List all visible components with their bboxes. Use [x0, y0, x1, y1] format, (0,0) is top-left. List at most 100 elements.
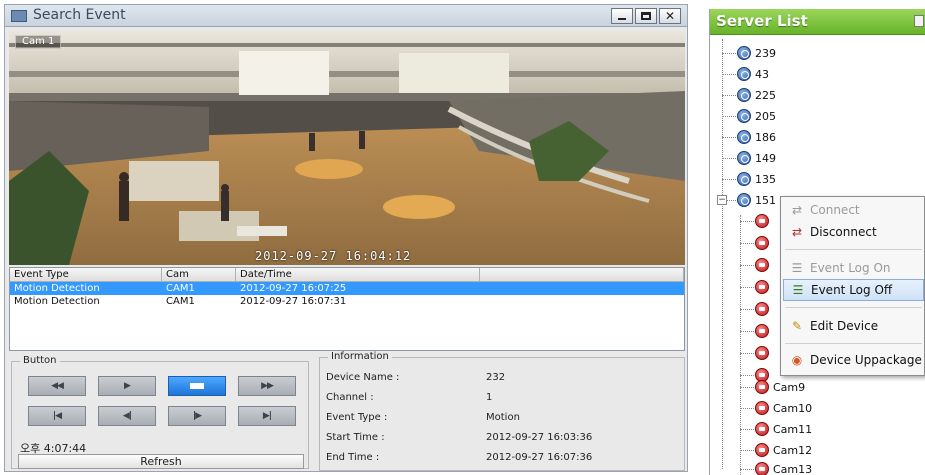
column-header-event-type[interactable]: Event Type	[10, 268, 162, 281]
tree-node-camera[interactable]	[728, 299, 773, 319]
camera-icon	[755, 258, 769, 272]
event-row[interactable]: Motion Detection CAM1 2012-09-27 16:07:2…	[10, 282, 684, 295]
server-icon	[737, 193, 751, 207]
tree-node-server[interactable]: 43	[710, 64, 769, 84]
tree-node-camera[interactable]: Cam12	[728, 440, 812, 460]
tree-node-server[interactable]: 149	[710, 148, 776, 168]
tree-node-server[interactable]: 135	[710, 169, 776, 189]
title-bar[interactable]: Search Event ✕	[5, 5, 687, 27]
info-key: End Time :	[326, 452, 380, 463]
menu-item-device-uppackage[interactable]: ◉ Device Uppackage	[783, 349, 924, 371]
tree-node-camera[interactable]	[728, 255, 773, 275]
tree-node-camera[interactable]: Cam11	[728, 419, 812, 439]
video-timestamp: 2012-09-27 16:04:12	[255, 249, 412, 263]
info-row-start-time: Start Time : 2012-09-27 16:03:36	[326, 432, 592, 443]
menu-item-connect[interactable]: ⇄ Connect	[783, 199, 924, 221]
server-list-header: Server List	[710, 9, 925, 35]
go-to-end-button[interactable]: ▶|	[238, 406, 296, 426]
maximize-button[interactable]	[635, 8, 657, 24]
tree-node-camera[interactable]	[728, 321, 773, 341]
step-back-button[interactable]: ◀|	[98, 406, 156, 426]
tree-node-camera[interactable]	[728, 343, 773, 363]
tree-node-camera[interactable]	[728, 233, 773, 253]
tree-node-server[interactable]: 239	[710, 43, 776, 63]
info-value: 2012-09-27 16:07:36	[486, 452, 593, 463]
menu-separator	[785, 307, 922, 308]
camera-video[interactable]: Cam 1 2012-09-27 16:04:12	[9, 31, 685, 265]
play-icon: ▶	[124, 381, 131, 391]
disconnect-icon: ⇄	[791, 225, 803, 239]
panel-menu-icon[interactable]	[914, 15, 924, 27]
camera-label: Cam 1	[15, 35, 62, 49]
tree-node-server-expanded[interactable]: − 151	[710, 190, 776, 210]
server-label: 151	[755, 193, 776, 207]
tree-node-camera[interactable]: Cam13	[728, 459, 812, 475]
menu-item-label: Event Log On	[810, 261, 891, 275]
rewind-button[interactable]: ◀◀	[28, 376, 86, 396]
cam-cell: CAM1	[166, 283, 195, 294]
tree-node-server[interactable]: 205	[710, 106, 776, 126]
info-value: 2012-09-27 16:03:36	[486, 432, 593, 443]
camera-icon	[755, 380, 769, 394]
info-row-end-time: End Time : 2012-09-27 16:07:36	[326, 452, 592, 463]
menu-item-disconnect[interactable]: ⇄ Disconnect	[783, 221, 924, 243]
collapse-icon[interactable]: −	[717, 195, 727, 205]
column-header-datetime[interactable]: Date/Time	[236, 268, 480, 281]
server-icon	[737, 46, 751, 60]
minimize-icon	[618, 18, 626, 20]
event-type-cell: Motion Detection	[14, 283, 100, 294]
tree-node-camera[interactable]: Cam9	[728, 377, 805, 397]
info-value: 1	[486, 392, 493, 403]
menu-item-event-log-on[interactable]: ☰ Event Log On	[783, 257, 924, 279]
minimize-button[interactable]	[611, 8, 633, 24]
server-icon	[737, 88, 751, 102]
tree-node-camera[interactable]	[728, 277, 773, 297]
info-value: 232	[486, 372, 506, 383]
event-list-header: Event Type Cam Date/Time	[10, 268, 684, 282]
stop-button[interactable]	[168, 376, 226, 396]
column-header-cam[interactable]: Cam	[162, 268, 236, 281]
step-back-icon: ◀|	[122, 411, 132, 421]
server-label: 186	[755, 130, 776, 144]
menu-item-label: Event Log Off	[811, 283, 893, 297]
camera-icon	[755, 236, 769, 250]
go-to-start-icon: |◀	[52, 411, 62, 421]
refresh-button[interactable]: Refresh	[18, 454, 304, 469]
datetime-cell: 2012-09-27 16:07:25	[240, 283, 347, 294]
connect-icon: ⇄	[791, 203, 803, 217]
camera-label: Cam10	[773, 401, 813, 415]
server-icon	[737, 172, 751, 186]
go-to-start-button[interactable]: |◀	[28, 406, 86, 426]
event-row[interactable]: Motion Detection CAM1 2012-09-27 16:07:3…	[10, 295, 684, 308]
step-forward-button[interactable]: |▶	[168, 406, 226, 426]
maximize-icon	[641, 12, 651, 20]
go-to-end-icon: ▶|	[262, 411, 272, 421]
event-list[interactable]: Event Type Cam Date/Time Motion Detectio…	[9, 267, 685, 351]
camera-icon	[755, 324, 769, 338]
event-type-cell: Motion Detection	[14, 296, 100, 307]
button-group-label: Button	[20, 355, 60, 366]
fast-forward-button[interactable]: ▶▶	[238, 376, 296, 396]
camera-icon	[755, 422, 769, 436]
tree-node-server[interactable]: 225	[710, 85, 776, 105]
server-context-menu: ⇄ Connect ⇄ Disconnect ☰ Event Log On ☰ Even…	[780, 196, 925, 376]
menu-item-edit-device[interactable]: ✎ Edit Device	[783, 315, 924, 337]
menu-item-label: Device Uppackage	[810, 353, 922, 367]
camera-icon	[755, 302, 769, 316]
menu-item-label: Connect	[810, 203, 860, 217]
info-row-channel: Channel : 1	[326, 392, 492, 403]
menu-item-label: Edit Device	[810, 319, 879, 333]
camera-icon	[755, 462, 769, 475]
app-icon	[11, 10, 27, 22]
event-log-off-icon: ☰	[792, 283, 804, 297]
menu-item-event-log-off[interactable]: ☰ Event Log Off	[783, 279, 924, 301]
camera-label: Cam11	[773, 422, 813, 436]
rewind-icon: ◀◀	[51, 381, 64, 391]
info-value: Motion	[486, 412, 520, 423]
play-button[interactable]: ▶	[98, 376, 156, 396]
tree-node-camera[interactable]: Cam10	[728, 398, 812, 418]
window-controls: ✕	[611, 8, 681, 24]
tree-node-server[interactable]: 186	[710, 127, 776, 147]
tree-node-camera[interactable]	[728, 211, 773, 231]
close-button[interactable]: ✕	[659, 8, 681, 24]
